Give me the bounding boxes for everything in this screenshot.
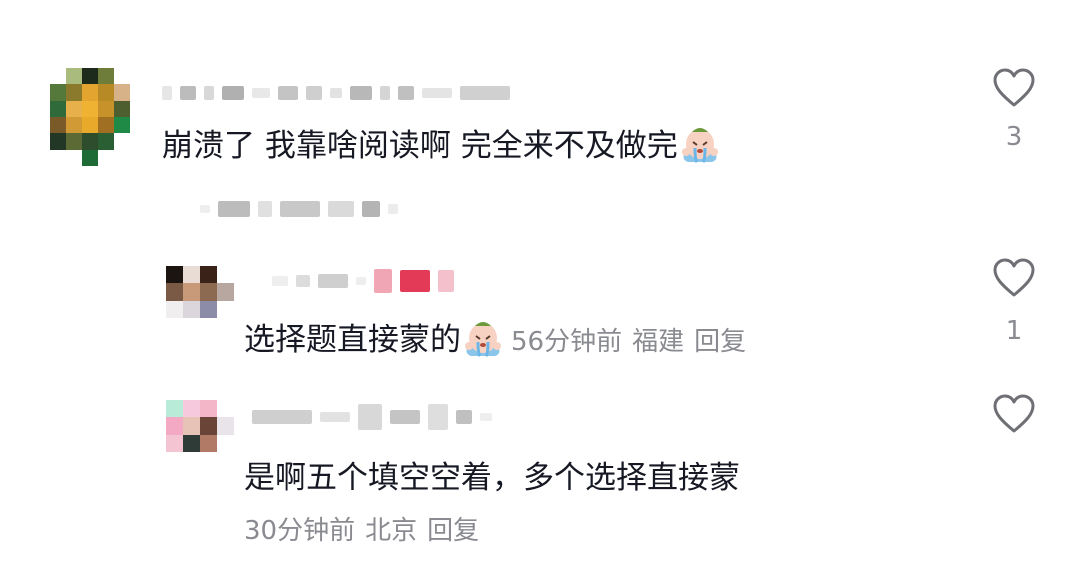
- username-blurred[interactable]: [162, 84, 518, 102]
- like-count: 3: [1005, 122, 1023, 152]
- avatar[interactable]: [166, 266, 234, 318]
- comment-text: 崩溃了 我靠啥阅读啊 完全来不及做完: [162, 128, 678, 164]
- avatar[interactable]: [50, 68, 130, 166]
- reply-button[interactable]: 回复: [694, 327, 746, 357]
- comment-time: 30分钟前: [244, 516, 356, 546]
- like-button[interactable]: 1: [992, 258, 1036, 346]
- comment-time: 56分钟前: [511, 327, 623, 357]
- comment-text: 选择题直接蒙的: [244, 322, 461, 358]
- like-button[interactable]: 3: [992, 68, 1036, 152]
- heart-icon: [993, 394, 1035, 433]
- like-button[interactable]: [992, 394, 1036, 434]
- like-count: 1: [1005, 316, 1023, 346]
- comment-location: 福建: [632, 327, 685, 357]
- heart-icon: [993, 68, 1035, 107]
- crying-face-emoji-icon: [678, 124, 722, 172]
- heart-icon: [993, 258, 1035, 297]
- username-blurred[interactable]: [252, 402, 500, 432]
- username-blurred[interactable]: [272, 268, 462, 294]
- comment-location: 北京: [365, 516, 418, 546]
- avatar[interactable]: [166, 400, 234, 452]
- crying-face-emoji-icon: [461, 318, 505, 366]
- comment-text: 是啊五个填空空着，多个选择直接蒙: [244, 460, 740, 496]
- meta-blurred: [200, 200, 406, 218]
- reply-button[interactable]: 回复: [427, 516, 479, 546]
